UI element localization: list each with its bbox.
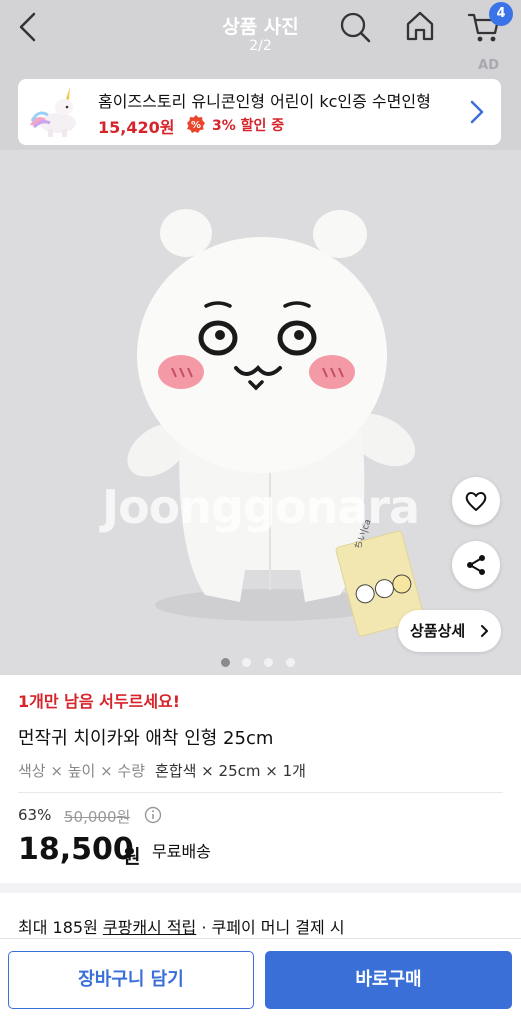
discount-rate: 63%: [18, 806, 52, 824]
cash-suffix: · 쿠페이 머니 결제 시: [196, 918, 345, 937]
divider: [18, 792, 503, 793]
back-arrow-icon[interactable]: [14, 10, 42, 44]
buy-now-button[interactable]: 바로구매: [265, 951, 512, 1009]
add-to-cart-button[interactable]: 장바구니 담기: [8, 951, 254, 1009]
product-title: 먼작귀 치이카와 애착 인형 25cm: [18, 728, 274, 749]
info-icon[interactable]: [144, 806, 162, 824]
product-detail-button[interactable]: 상품상세: [398, 610, 501, 652]
chevron-right-icon[interactable]: [468, 98, 486, 126]
watermark: Joonggonara: [101, 480, 420, 534]
plush-doll-image: ちい|ca: [127, 209, 425, 637]
cash-reward-link[interactable]: 쿠팡캐시 적립: [103, 918, 196, 937]
shipping-info: 무료배송: [152, 842, 211, 861]
header-bar: [0, 0, 521, 70]
chevron-right-icon: [481, 625, 488, 637]
product-detail-label: 상품상세: [410, 622, 466, 640]
carousel-dot[interactable]: [264, 658, 273, 667]
search-icon[interactable]: [338, 10, 372, 44]
ad-price: 15,420원: [98, 118, 175, 137]
section-divider: [0, 883, 521, 893]
option-label: 색상 × 높이 × 수량: [18, 762, 146, 780]
sale-price-unit: 원: [123, 846, 141, 868]
cash-prefix: 최대 185원: [18, 918, 103, 937]
sale-price: 18,500: [18, 832, 134, 867]
home-icon[interactable]: [402, 8, 438, 44]
option-value: 혼합색 × 25cm × 1개: [155, 762, 306, 780]
heart-icon: [465, 492, 487, 511]
cash-reward-info: 최대 185원 쿠팡캐시 적립 · 쿠페이 머니 결제 시: [18, 914, 345, 938]
product-image-carousel[interactable]: ちい|ca Joonggonara: [0, 150, 521, 675]
discount-badge-icon: %: [187, 115, 205, 133]
unicorn-plush-thumbnail: [30, 87, 76, 137]
ad-discount-text: 3% 할인 중: [212, 118, 285, 134]
stock-warning: 1개만 남음 서두르세요!: [18, 692, 181, 711]
share-button[interactable]: [452, 541, 500, 589]
original-price: 50,000원: [64, 808, 131, 826]
carousel-dot[interactable]: [242, 658, 251, 667]
option-summary[interactable]: 색상 × 높이 × 수량 혼합색 × 25cm × 1개: [18, 760, 306, 781]
share-icon: [467, 555, 485, 575]
svg-text:%: %: [191, 120, 201, 131]
wishlist-button[interactable]: [452, 477, 500, 525]
cart-count-badge: 4: [489, 2, 513, 26]
ad-label: AD: [478, 58, 499, 73]
ad-product-title: 홈이즈스토리 유니콘인형 어린이 kc인증 수면인형: [98, 92, 431, 111]
carousel-dot[interactable]: [286, 658, 295, 667]
carousel-pagination[interactable]: [221, 658, 301, 668]
carousel-dot[interactable]: [221, 658, 230, 667]
